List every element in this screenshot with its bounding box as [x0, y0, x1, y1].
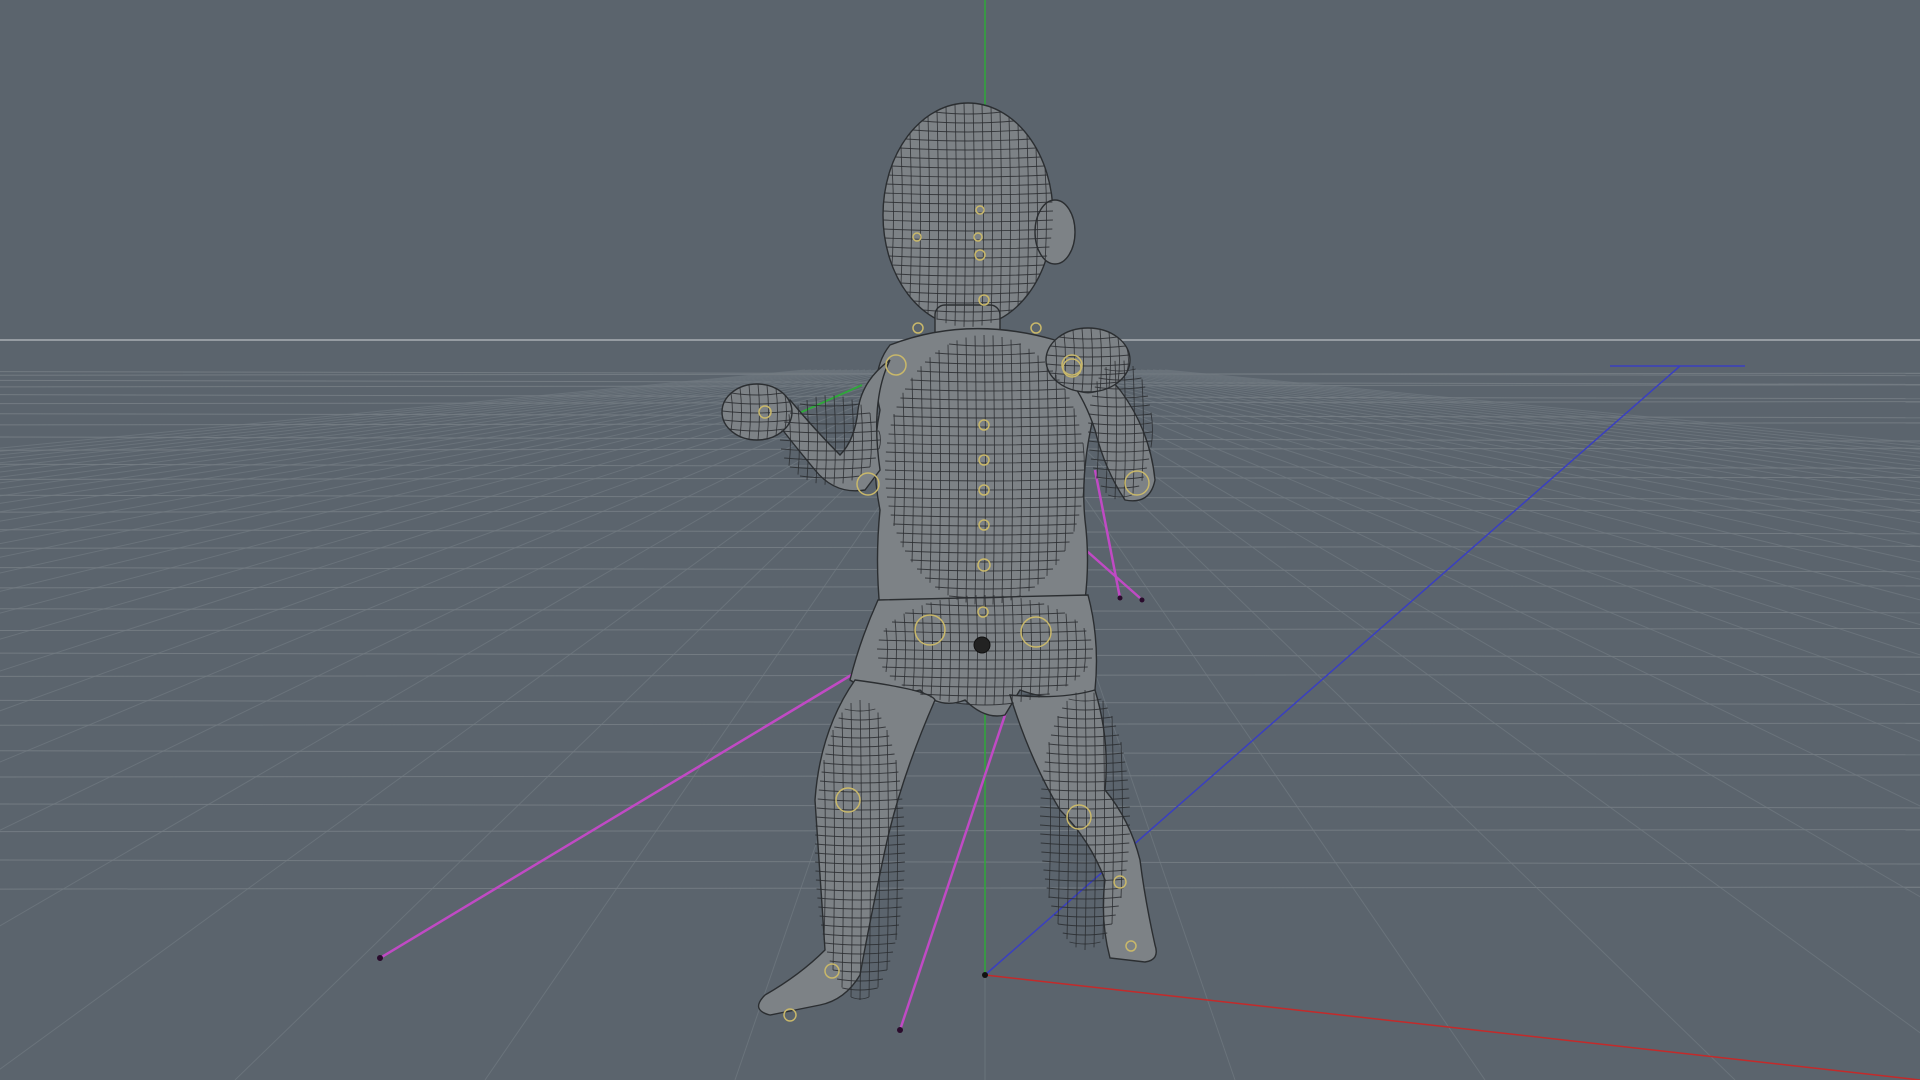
grid-line [1152, 369, 1920, 451]
ik-right-arm-line-a [1093, 469, 1122, 599]
grid-line [1140, 369, 1920, 458]
axis-origin-icon[interactable] [982, 972, 988, 978]
ik-right-arm-target[interactable] [1117, 595, 1123, 601]
grid-line [1038, 369, 1920, 656]
grid-line [1164, 369, 1920, 444]
grid-line [0, 803, 1920, 809]
grid-line [1050, 369, 1920, 601]
grid-line [0, 886, 1920, 890]
grid-line [1122, 369, 1920, 472]
grid-line [0, 829, 1920, 833]
grid-line [1128, 369, 1920, 467]
grid-line [1026, 369, 1920, 742]
grid-line [1146, 369, 1920, 454]
grid-line [1116, 369, 1920, 477]
mesh-left-leg[interactable] [757, 679, 936, 1016]
grid-line [1134, 369, 1920, 462]
grid-line [1032, 369, 1920, 694]
grid-line [1110, 369, 1920, 483]
wireframe-edge [1150, 412, 1153, 448]
ik-right-arm-target-b[interactable] [1139, 597, 1145, 603]
grid-line [1098, 369, 1920, 497]
wireframe-edge [799, 403, 861, 407]
grid-line [0, 859, 1920, 865]
grid-line [0, 722, 1920, 726]
baby-character-mesh[interactable] [721, 102, 1157, 1016]
ik-left-leg-target[interactable] [377, 955, 383, 961]
grid-line [1044, 369, 1920, 626]
joint-pelvis-root[interactable] [973, 636, 991, 654]
grid-line [0, 774, 1920, 778]
mesh-left-ear[interactable] [1034, 199, 1076, 265]
joint-neck[interactable] [912, 322, 924, 334]
x-axis-line [984, 974, 1920, 1080]
mesh-right-leg[interactable] [1009, 689, 1157, 963]
3d-perspective-viewport[interactable] [0, 0, 1920, 1080]
grid-line [1104, 369, 1920, 490]
viewport-canvas[interactable] [0, 0, 1920, 1080]
ik-right-leg-target[interactable] [897, 1027, 903, 1033]
ik-left-leg-line [379, 663, 869, 960]
grid-line [1056, 369, 1920, 580]
grid-line [0, 750, 1920, 756]
joint-neck-right[interactable] [1030, 322, 1042, 334]
